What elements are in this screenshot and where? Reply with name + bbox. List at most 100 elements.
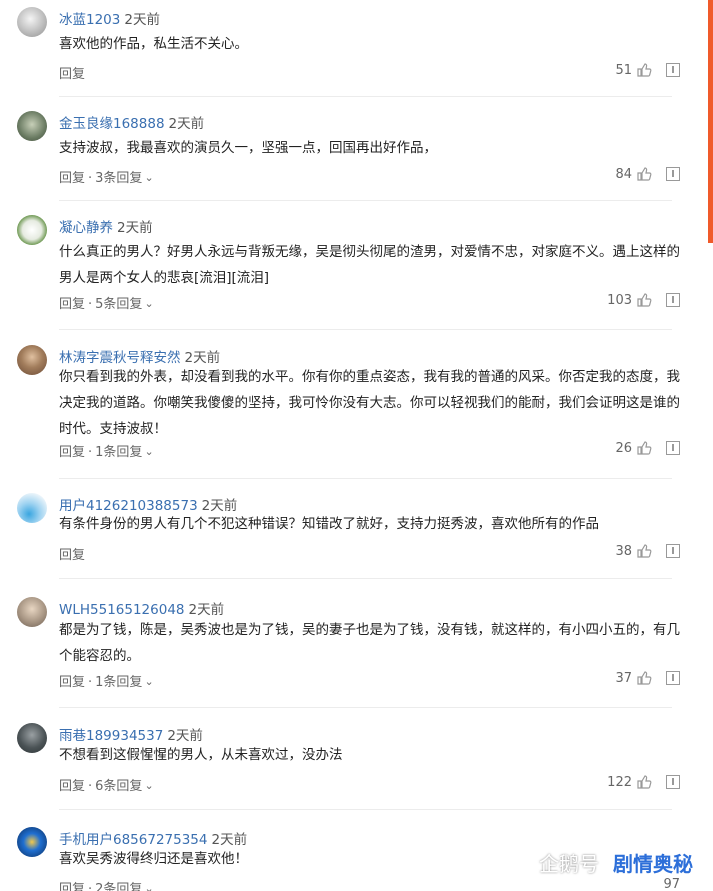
- brand-logo: 企鹅号: [539, 852, 599, 876]
- comment-item: 金玉良缘168888 2天前 支持波叔，我最喜欢的演员久一，坚强一点，回国再出好作…: [0, 104, 700, 208]
- avatar[interactable]: [17, 215, 47, 245]
- thumbs-up-icon[interactable]: [636, 62, 652, 78]
- comment-actions: 回复 · 1条回复 ⌄: [59, 675, 154, 690]
- divider: [59, 707, 672, 708]
- thumbs-up-icon[interactable]: [636, 440, 652, 456]
- right-accent-bar: [708, 0, 713, 243]
- comment-username[interactable]: 手机用户68567275354 2天前: [59, 828, 247, 848]
- avatar[interactable]: [17, 723, 47, 753]
- comment-username[interactable]: 凝心静养 2天前: [59, 216, 153, 236]
- avatar[interactable]: [17, 345, 47, 375]
- chevron-down-icon[interactable]: ⌄: [144, 171, 153, 184]
- comment-text: 支持波叔，我最喜欢的演员久一，坚强一点，回国再出好作品，: [59, 140, 437, 156]
- divider: [59, 478, 672, 479]
- comment-text: 喜欢他的作品，私生活不关心。: [59, 36, 248, 52]
- report-icon[interactable]: [666, 544, 680, 558]
- chevron-down-icon[interactable]: ⌄: [144, 882, 153, 891]
- username[interactable]: WLH55165126048: [59, 602, 185, 618]
- comment-username[interactable]: WLH55165126048 2天前: [59, 598, 224, 618]
- comment-actions: 回复 · 2条回复 ⌄: [59, 878, 154, 891]
- like-count: 84: [615, 166, 632, 182]
- comment-meta: 38: [615, 543, 680, 559]
- divider: [59, 809, 672, 810]
- watermark: 企鹅号 剧情奥秘: [539, 848, 697, 877]
- reply-button[interactable]: 回复: [59, 779, 85, 794]
- report-icon[interactable]: [666, 63, 680, 77]
- comment-item: 用户4126210388573 2天前 有条件身份的男人有几个不犯这种错误？知错改…: [0, 486, 700, 590]
- report-icon[interactable]: [666, 293, 680, 307]
- chevron-down-icon[interactable]: ⌄: [144, 779, 153, 792]
- like-count: 26: [615, 440, 632, 456]
- divider: [59, 96, 672, 97]
- divider: [59, 329, 672, 330]
- comment-username[interactable]: 冰蓝1203 2天前: [59, 8, 160, 28]
- comment-meta: 51: [615, 62, 680, 78]
- replies-toggle[interactable]: 2条回复: [95, 882, 142, 891]
- thumbs-up-icon[interactable]: [636, 292, 652, 308]
- thumbs-up-icon[interactable]: [636, 670, 652, 686]
- comment-item: 雨巷189934537 2天前 不想看到这假惺惺的男人，从未喜欢过，没办法 回复 ·…: [0, 716, 700, 820]
- thumbs-up-icon[interactable]: [636, 543, 652, 559]
- comment-meta: 122: [607, 774, 680, 790]
- comment-item: WLH55165126048 2天前 都是为了钱，陈是，吴秀波也是为了钱，吴的妻子…: [0, 590, 700, 716]
- comment-text: 有条件身份的男人有几个不犯这种错误？知错改了就好，支持力挺秀波，喜欢他所有的作品: [59, 516, 599, 532]
- chevron-down-icon[interactable]: ⌄: [144, 297, 153, 310]
- comment-username[interactable]: 林涛字震秋号释安然 2天前: [59, 346, 220, 366]
- avatar[interactable]: [17, 827, 47, 857]
- like-count: 37: [615, 670, 632, 686]
- like-count: 97: [663, 877, 680, 891]
- comment-actions: 回复 · 3条回复 ⌄: [59, 171, 154, 186]
- comment-meta: 103: [607, 292, 680, 308]
- avatar[interactable]: [17, 597, 47, 627]
- comment-time: 2天前: [188, 602, 225, 618]
- comment-username[interactable]: 金玉良缘168888 2天前: [59, 112, 204, 132]
- comment-text: 什么真正的男人？好男人永远与背叛无缘，吴是彻头彻尾的渣男，对爱情不忠，对家庭不义…: [59, 244, 680, 286]
- comment-time: 2天前: [117, 220, 153, 236]
- like-count: 51: [615, 62, 632, 78]
- report-icon[interactable]: [666, 167, 680, 181]
- replies-toggle[interactable]: 1条回复: [95, 675, 142, 690]
- replies-toggle[interactable]: 1条回复: [95, 445, 142, 460]
- reply-button[interactable]: 回复: [59, 675, 85, 690]
- like-count: 103: [607, 292, 632, 308]
- reply-button[interactable]: 回复: [59, 445, 85, 460]
- comment-meta: 97: [663, 877, 680, 891]
- like-count: 122: [607, 774, 632, 790]
- watermark-tag: 剧情奥秘: [609, 848, 697, 877]
- like-count: 38: [615, 543, 632, 559]
- reply-button[interactable]: 回复: [59, 67, 85, 82]
- comment-actions: 回复: [59, 63, 85, 82]
- username[interactable]: 凝心静养: [59, 220, 113, 236]
- comment-username[interactable]: 雨巷189934537 2天前: [59, 724, 203, 744]
- comment-item: 冰蓝1203 2天前 喜欢他的作品，私生活不关心。 回复 51: [0, 0, 700, 104]
- comment-time: 2天前: [124, 12, 160, 28]
- report-icon[interactable]: [666, 671, 680, 685]
- reply-button[interactable]: 回复: [59, 882, 85, 891]
- reply-button[interactable]: 回复: [59, 297, 85, 312]
- comment-meta: 84: [615, 166, 680, 182]
- replies-toggle[interactable]: 5条回复: [95, 297, 142, 312]
- avatar[interactable]: [17, 493, 47, 523]
- divider: [59, 578, 672, 579]
- replies-toggle[interactable]: 3条回复: [95, 171, 142, 186]
- thumbs-up-icon[interactable]: [636, 774, 652, 790]
- username[interactable]: 冰蓝1203: [59, 12, 120, 28]
- avatar[interactable]: [17, 111, 47, 141]
- comment-item: 凝心静养 2天前 什么真正的男人？好男人永远与背叛无缘，吴是彻头彻尾的渣男，对爱情…: [0, 208, 700, 338]
- replies-toggle[interactable]: 6条回复: [95, 779, 142, 794]
- comment-time: 2天前: [168, 116, 205, 132]
- comment-text: 你只看到我的外表，却没看到我的水平。你有你的重点姿态，我有我的普通的风采。你否定…: [59, 369, 680, 437]
- chevron-down-icon[interactable]: ⌄: [144, 445, 153, 458]
- report-icon[interactable]: [666, 775, 680, 789]
- comment-actions: 回复: [59, 544, 85, 563]
- comment-text: 不想看到这假惺惺的男人，从未喜欢过，没办法: [59, 747, 343, 763]
- chevron-down-icon[interactable]: ⌄: [144, 675, 153, 688]
- reply-button[interactable]: 回复: [59, 548, 85, 563]
- username[interactable]: 金玉良缘168888: [59, 116, 165, 132]
- avatar[interactable]: [17, 7, 47, 37]
- comment-actions: 回复 · 5条回复 ⌄: [59, 297, 154, 312]
- reply-button[interactable]: 回复: [59, 171, 85, 186]
- thumbs-up-icon[interactable]: [636, 166, 652, 182]
- comment-actions: 回复 · 1条回复 ⌄: [59, 445, 154, 460]
- report-icon[interactable]: [666, 441, 680, 455]
